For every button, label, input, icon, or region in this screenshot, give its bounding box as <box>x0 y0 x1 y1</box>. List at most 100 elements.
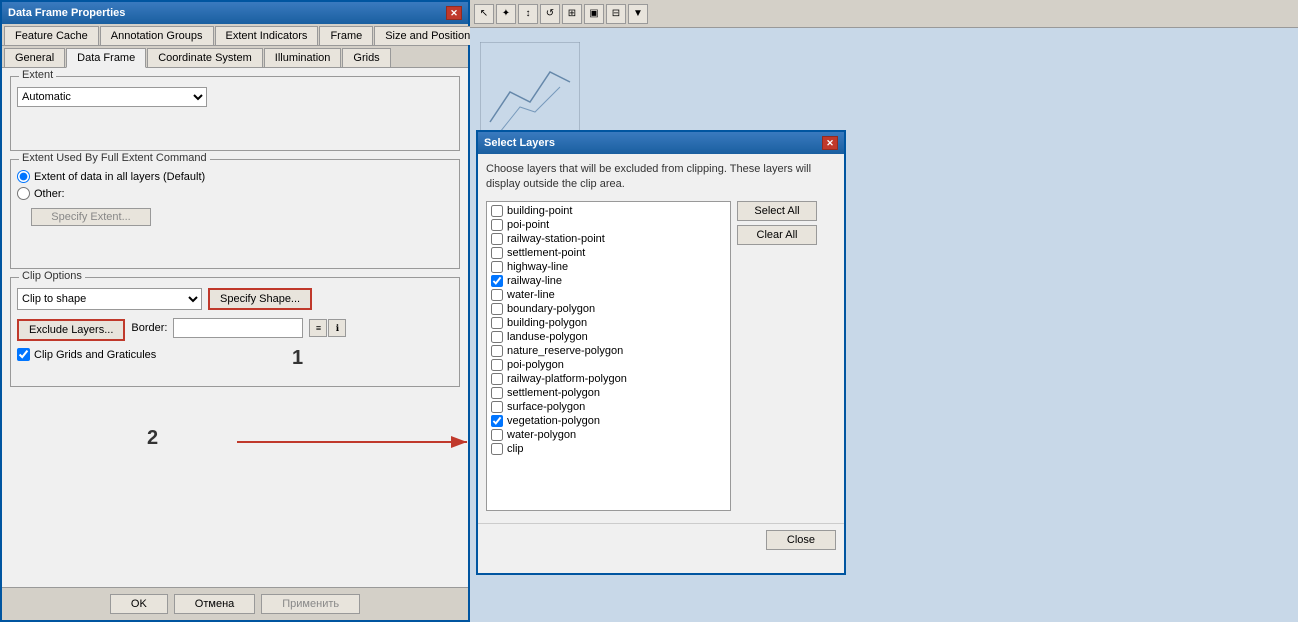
layer-name-12: railway-platform-polygon <box>507 373 627 385</box>
close-dialog-button[interactable]: Close <box>766 530 836 550</box>
layer-name-8: building-polygon <box>507 317 587 329</box>
full-extent-group: Extent Used By Full Extent Command Exten… <box>10 159 460 269</box>
layer-checkbox-0[interactable] <box>491 205 503 217</box>
cancel-button[interactable]: Отмена <box>174 594 255 614</box>
border-label: Border: <box>131 322 167 334</box>
window-title: Data Frame Properties <box>8 7 125 19</box>
toolbar-btn-3[interactable]: ↕ <box>518 4 538 24</box>
layer-item: building-polygon <box>489 316 728 330</box>
clip-grids-label: Clip Grids and Graticules <box>34 349 156 361</box>
toolbar-btn-2[interactable]: ✦ <box>496 4 516 24</box>
clip-options-group: Clip Options Clip to shape Specify Shape… <box>10 277 460 387</box>
tab-size-position[interactable]: Size and Position <box>374 26 481 45</box>
extent-group-label: Extent <box>19 69 56 81</box>
layer-item: poi-point <box>489 218 728 232</box>
layer-checkbox-6[interactable] <box>491 289 503 301</box>
tab-illumination[interactable]: Illumination <box>264 48 342 67</box>
layer-item: railway-platform-polygon <box>489 372 728 386</box>
toolbar-btn-8[interactable]: ▼ <box>628 4 648 24</box>
tabs-row-2: General Data Frame Coordinate System Ill… <box>2 46 468 68</box>
layer-checkbox-4[interactable] <box>491 261 503 273</box>
tab-feature-cache[interactable]: Feature Cache <box>4 26 99 45</box>
layer-name-4: highway-line <box>507 261 568 273</box>
exclude-layers-button[interactable]: Exclude Layers... <box>17 319 125 341</box>
layer-item: clip <box>489 442 728 456</box>
ok-button[interactable]: OK <box>110 594 168 614</box>
layer-checkbox-1[interactable] <box>491 219 503 231</box>
layer-checkbox-15[interactable] <box>491 415 503 427</box>
layer-name-9: landuse-polygon <box>507 331 588 343</box>
layer-name-16: water-polygon <box>507 429 576 441</box>
toolbar-btn-6[interactable]: ▣ <box>584 4 604 24</box>
main-window: Data Frame Properties ✕ Feature Cache An… <box>0 0 470 622</box>
layer-checkbox-2[interactable] <box>491 233 503 245</box>
layer-name-11: poi-polygon <box>507 359 564 371</box>
layer-checkbox-12[interactable] <box>491 373 503 385</box>
clip-dropdown[interactable]: Clip to shape <box>17 288 202 310</box>
toolbar-btn-4[interactable]: ↺ <box>540 4 560 24</box>
radio-item-1: Extent of data in all layers (Default) <box>17 170 453 183</box>
layer-checkbox-7[interactable] <box>491 303 503 315</box>
clip-options-label: Clip Options <box>19 270 85 282</box>
dialog-title-bar: Select Layers ✕ <box>478 132 844 154</box>
apply-button[interactable]: Применить <box>261 594 360 614</box>
layers-buttons: Select All Clear All <box>737 201 817 511</box>
radio-default-label: Extent of data in all layers (Default) <box>34 171 205 183</box>
layer-item: railway-station-point <box>489 232 728 246</box>
border-icon-list[interactable]: ≡ <box>309 319 327 337</box>
toolbar-btn-7[interactable]: ⊟ <box>606 4 626 24</box>
dialog-close-button[interactable]: ✕ <box>822 136 838 150</box>
border-select[interactable] <box>173 318 303 338</box>
specify-extent-button[interactable]: Specify Extent... <box>31 208 151 226</box>
extent-dropdown[interactable]: Automatic <box>17 87 207 107</box>
layer-item: highway-line <box>489 260 728 274</box>
layer-checkbox-13[interactable] <box>491 387 503 399</box>
tab-data-frame[interactable]: Data Frame <box>66 48 146 68</box>
annotation-1: 1 <box>292 347 303 370</box>
tab-annotation-groups[interactable]: Annotation Groups <box>100 26 214 45</box>
full-extent-label: Extent Used By Full Extent Command <box>19 152 210 164</box>
radio-other[interactable] <box>17 187 30 200</box>
select-all-button[interactable]: Select All <box>737 201 817 221</box>
layer-checkbox-16[interactable] <box>491 429 503 441</box>
layer-checkbox-17[interactable] <box>491 443 503 455</box>
layers-list[interactable]: building-point poi-point railway-station-p… <box>486 201 731 511</box>
tab-general[interactable]: General <box>4 48 65 67</box>
clear-all-button[interactable]: Clear All <box>737 225 817 245</box>
layer-name-15: vegetation-polygon <box>507 415 600 427</box>
layer-checkbox-14[interactable] <box>491 401 503 413</box>
checkbox-row: Clip Grids and Graticules <box>17 348 453 361</box>
extent-group: Extent Automatic <box>10 76 460 151</box>
dialog-bottom: Close <box>478 523 844 556</box>
layer-checkbox-10[interactable] <box>491 345 503 357</box>
radio-default[interactable] <box>17 170 30 183</box>
border-icon-info[interactable]: ℹ <box>328 319 346 337</box>
layer-item: surface-polygon <box>489 400 728 414</box>
layer-checkbox-8[interactable] <box>491 317 503 329</box>
layer-item: building-point <box>489 204 728 218</box>
layer-checkbox-3[interactable] <box>491 247 503 259</box>
layer-checkbox-5[interactable] <box>491 275 503 287</box>
select-layers-dialog: Select Layers ✕ Choose layers that will … <box>476 130 846 575</box>
layer-item: water-line <box>489 288 728 302</box>
specify-shape-button[interactable]: Specify Shape... <box>208 288 312 310</box>
layer-name-1: poi-point <box>507 219 549 231</box>
layer-item: vegetation-polygon <box>489 414 728 428</box>
layer-name-2: railway-station-point <box>507 233 605 245</box>
layer-checkbox-9[interactable] <box>491 331 503 343</box>
tab-coordinate-system[interactable]: Coordinate System <box>147 48 263 67</box>
layer-item: water-polygon <box>489 428 728 442</box>
toolbar-btn-1[interactable]: ↖ <box>474 4 494 24</box>
close-window-button[interactable]: ✕ <box>446 6 462 20</box>
radio-group: Extent of data in all layers (Default) O… <box>17 170 453 226</box>
layer-name-17: clip <box>507 443 524 455</box>
tab-extent-indicators[interactable]: Extent Indicators <box>215 26 319 45</box>
clip-grids-checkbox[interactable] <box>17 348 30 361</box>
bottom-bar: OK Отмена Применить <box>2 587 468 620</box>
tab-grids[interactable]: Grids <box>342 48 390 67</box>
toolbar-btn-5[interactable]: ⊞ <box>562 4 582 24</box>
tab-frame[interactable]: Frame <box>319 26 373 45</box>
tab-content: Extent Automatic Extent Used By Full Ext… <box>2 68 468 403</box>
layer-checkbox-11[interactable] <box>491 359 503 371</box>
layer-name-0: building-point <box>507 205 572 217</box>
